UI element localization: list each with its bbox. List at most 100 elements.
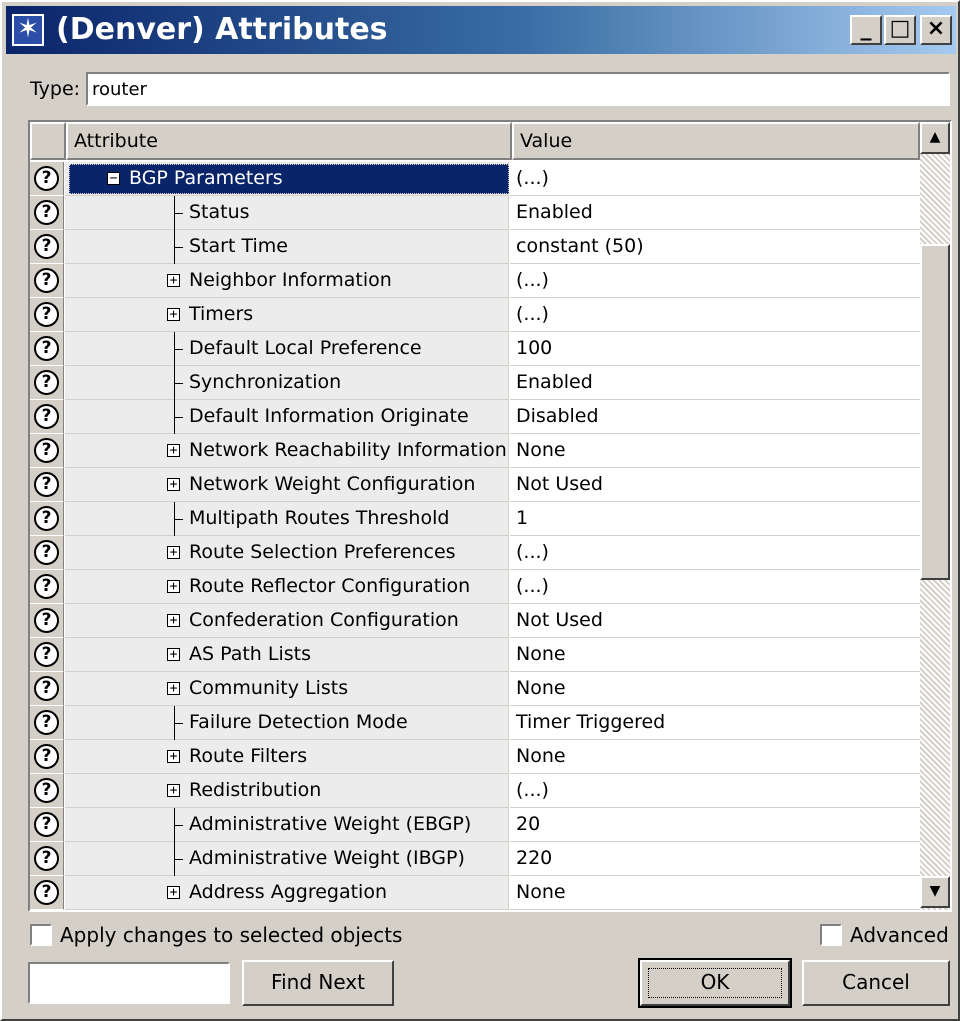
table-row[interactable]: ? Administrative Weight (EBGP) 20 <box>30 808 920 842</box>
help-cell[interactable]: ? <box>30 400 64 434</box>
question-mark-icon[interactable]: ? <box>34 370 59 395</box>
plus-box-icon[interactable]: + <box>167 886 180 899</box>
value-cell[interactable]: 1 <box>510 502 920 536</box>
value-cell[interactable]: Enabled <box>510 366 920 400</box>
value-cell[interactable]: Not Used <box>510 604 920 638</box>
value-cell[interactable]: None <box>510 740 920 774</box>
table-row[interactable]: ? + Route Filters None <box>30 740 920 774</box>
plus-box-icon[interactable]: + <box>167 682 180 695</box>
attribute-cell[interactable]: Administrative Weight (EBGP) <box>65 808 509 842</box>
help-cell[interactable]: ? <box>30 264 64 298</box>
attribute-column-header[interactable]: Attribute <box>66 122 512 160</box>
help-cell[interactable]: ? <box>30 638 64 672</box>
plus-box-icon[interactable]: + <box>167 546 180 559</box>
table-row[interactable]: ? Failure Detection Mode Timer Triggered <box>30 706 920 740</box>
attribute-cell[interactable]: − BGP Parameters <box>65 162 509 196</box>
scroll-down-button[interactable]: ▼ <box>920 876 950 908</box>
value-cell[interactable]: None <box>510 434 920 468</box>
table-row[interactable]: ? Multipath Routes Threshold 1 <box>30 502 920 536</box>
attribute-cell[interactable]: Default Information Originate <box>65 400 509 434</box>
attribute-cell[interactable]: Start Time <box>65 230 509 264</box>
attribute-cell[interactable]: + Community Lists <box>65 672 509 706</box>
help-cell[interactable]: ? <box>30 774 64 808</box>
attribute-cell[interactable]: Failure Detection Mode <box>65 706 509 740</box>
ok-button[interactable]: OK <box>638 958 792 1008</box>
attribute-cell[interactable]: Multipath Routes Threshold <box>65 502 509 536</box>
attribute-cell[interactable]: + Network Weight Configuration <box>65 468 509 502</box>
question-mark-icon[interactable]: ? <box>34 472 59 497</box>
plus-box-icon[interactable]: + <box>167 444 180 457</box>
plus-box-icon[interactable]: + <box>167 478 180 491</box>
apply-changes-checkbox[interactable] <box>30 924 52 946</box>
question-mark-icon[interactable]: ? <box>34 880 59 905</box>
attribute-cell[interactable]: + Timers <box>65 298 509 332</box>
question-mark-icon[interactable]: ? <box>34 234 59 259</box>
table-row[interactable]: ? − BGP Parameters (...) <box>30 162 920 196</box>
table-row[interactable]: ? + Route Selection Preferences (...) <box>30 536 920 570</box>
attribute-cell[interactable]: + Network Reachability Information <box>65 434 509 468</box>
attribute-cell[interactable]: Status <box>65 196 509 230</box>
question-mark-icon[interactable]: ? <box>34 200 59 225</box>
table-row[interactable]: ? Start Time constant (50) <box>30 230 920 264</box>
value-cell[interactable]: constant (50) <box>510 230 920 264</box>
attribute-cell[interactable]: + Redistribution <box>65 774 509 808</box>
value-cell[interactable]: 20 <box>510 808 920 842</box>
maximize-button[interactable]: □ <box>884 15 916 45</box>
question-mark-icon[interactable]: ? <box>34 846 59 871</box>
table-row[interactable]: ? Default Information Originate Disabled <box>30 400 920 434</box>
value-cell[interactable]: Timer Triggered <box>510 706 920 740</box>
table-row[interactable]: ? Administrative Weight (IBGP) 220 <box>30 842 920 876</box>
help-cell[interactable]: ? <box>30 570 64 604</box>
question-mark-icon[interactable]: ? <box>34 812 59 837</box>
plus-box-icon[interactable]: + <box>167 750 180 763</box>
value-cell[interactable]: None <box>510 638 920 672</box>
table-row[interactable]: ? + Timers (...) <box>30 298 920 332</box>
question-mark-icon[interactable]: ? <box>34 608 59 633</box>
question-mark-icon[interactable]: ? <box>34 506 59 531</box>
question-mark-icon[interactable]: ? <box>34 404 59 429</box>
table-row[interactable]: ? + Confederation Configuration Not Used <box>30 604 920 638</box>
value-cell[interactable]: None <box>510 876 920 910</box>
attribute-cell[interactable]: + AS Path Lists <box>65 638 509 672</box>
help-cell[interactable]: ? <box>30 536 64 570</box>
value-cell[interactable]: Enabled <box>510 196 920 230</box>
value-cell[interactable]: Disabled <box>510 400 920 434</box>
value-cell[interactable]: (...) <box>510 298 920 332</box>
help-cell[interactable]: ? <box>30 876 64 910</box>
advanced-label[interactable]: Advanced <box>850 923 949 947</box>
attribute-cell[interactable]: + Route Filters <box>65 740 509 774</box>
attribute-cell[interactable]: + Neighbor Information <box>65 264 509 298</box>
table-row[interactable]: ? Default Local Preference 100 <box>30 332 920 366</box>
help-cell[interactable]: ? <box>30 604 64 638</box>
find-next-button[interactable]: Find Next <box>242 960 394 1006</box>
value-cell[interactable]: (...) <box>510 162 920 196</box>
value-cell[interactable]: None <box>510 672 920 706</box>
help-cell[interactable]: ? <box>30 332 64 366</box>
help-cell[interactable]: ? <box>30 502 64 536</box>
attribute-cell[interactable]: + Route Reflector Configuration <box>65 570 509 604</box>
minus-box-icon[interactable]: − <box>107 172 120 185</box>
value-cell[interactable]: (...) <box>510 536 920 570</box>
help-cell[interactable]: ? <box>30 230 64 264</box>
attribute-cell[interactable]: Synchronization <box>65 366 509 400</box>
plus-box-icon[interactable]: + <box>167 308 180 321</box>
help-cell[interactable]: ? <box>30 366 64 400</box>
question-mark-icon[interactable]: ? <box>34 166 59 191</box>
plus-box-icon[interactable]: + <box>167 784 180 797</box>
help-cell[interactable]: ? <box>30 298 64 332</box>
value-cell[interactable]: 220 <box>510 842 920 876</box>
attribute-cell[interactable]: + Address Aggregation <box>65 876 509 910</box>
question-mark-icon[interactable]: ? <box>34 676 59 701</box>
help-cell[interactable]: ? <box>30 808 64 842</box>
question-mark-icon[interactable]: ? <box>34 438 59 463</box>
help-cell[interactable]: ? <box>30 162 64 196</box>
table-row[interactable]: ? + Network Weight Configuration Not Used <box>30 468 920 502</box>
vertical-scrollbar[interactable]: ▲ ▼ <box>920 122 950 910</box>
apply-changes-label[interactable]: Apply changes to selected objects <box>60 923 402 947</box>
question-mark-icon[interactable]: ? <box>34 336 59 361</box>
table-row[interactable]: ? + Network Reachability Information None <box>30 434 920 468</box>
value-column-header[interactable]: Value <box>512 122 920 160</box>
title-bar[interactable]: ✶ (Denver) Attributes _ □ × <box>6 6 956 54</box>
scroll-thumb[interactable] <box>920 244 950 580</box>
attribute-cell[interactable]: + Confederation Configuration <box>65 604 509 638</box>
